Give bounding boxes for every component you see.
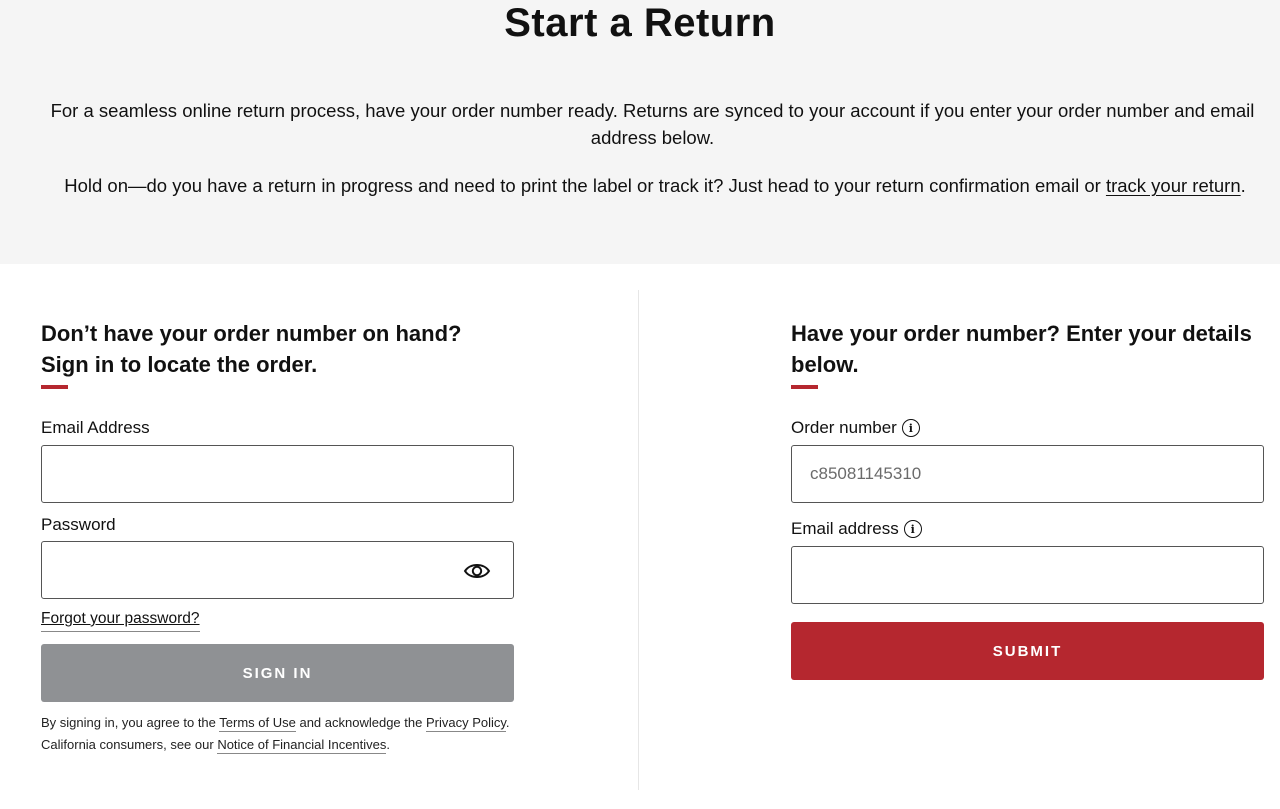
signin-heading-accent xyxy=(41,385,68,389)
order-email-label-text: Email address xyxy=(791,519,899,538)
privacy-policy-link[interactable]: Privacy Policy xyxy=(425,715,506,732)
eye-icon[interactable] xyxy=(463,559,491,583)
order-heading-line2: below. xyxy=(791,352,859,377)
order-heading-line1: Have your order number? Enter your detai… xyxy=(791,321,1252,346)
order-email-label: Email address i xyxy=(791,518,922,540)
order-email-field[interactable] xyxy=(791,546,1264,604)
track-return-link[interactable]: track your return xyxy=(1106,175,1241,196)
forgot-password-link[interactable]: Forgot your password? xyxy=(41,609,200,632)
page-title: Start a Return xyxy=(504,1,776,45)
return-progress-prefix: Hold on—do you have a return in progress… xyxy=(64,175,1106,196)
order-heading: Have your order number? Enter your detai… xyxy=(791,318,1276,380)
info-icon[interactable]: i xyxy=(901,419,920,437)
terms-of-use-link[interactable]: Terms of Use xyxy=(219,715,296,732)
hero-section: Start a Return For a seamless online ret… xyxy=(0,0,1280,264)
info-icon[interactable]: i xyxy=(903,520,922,538)
signin-heading-line2: Sign in to locate the order. xyxy=(41,352,318,377)
return-progress-text: Hold on—do you have a return in progress… xyxy=(20,172,1280,199)
legal-text-1: By signing in, you agree to the xyxy=(41,715,220,730)
legal-text-2: and acknowledge the xyxy=(295,715,426,730)
signin-email-input[interactable] xyxy=(42,446,513,502)
sign-in-button[interactable]: SIGN IN xyxy=(41,644,514,702)
financial-incentives-link[interactable]: Notice of Financial Incentives xyxy=(217,737,387,754)
intro-text: For a seamless online return process, ha… xyxy=(50,100,1255,148)
password-input[interactable] xyxy=(42,542,513,598)
email-address-label: Email Address xyxy=(41,418,150,437)
order-number-label-text: Order number xyxy=(791,418,897,437)
column-divider xyxy=(638,290,639,790)
password-label: Password xyxy=(41,515,116,534)
submit-button[interactable]: SUBMIT xyxy=(791,622,1264,680)
signin-heading-line1: Don’t have your order number on hand? xyxy=(41,321,462,346)
order-number-input[interactable] xyxy=(792,446,1263,502)
password-field[interactable] xyxy=(41,541,514,599)
return-progress-suffix: . xyxy=(1240,175,1246,196)
order-number-label: Order number i xyxy=(791,417,920,439)
signin-heading: Don’t have your order number on hand? Si… xyxy=(41,318,601,380)
order-email-input[interactable] xyxy=(792,547,1263,603)
order-number-field[interactable] xyxy=(791,445,1264,503)
order-heading-accent xyxy=(791,385,818,389)
legal-text-4: . xyxy=(386,737,391,752)
signin-legal-text: By signing in, you agree to the Terms of… xyxy=(41,712,521,756)
signin-email-field[interactable] xyxy=(41,445,514,503)
